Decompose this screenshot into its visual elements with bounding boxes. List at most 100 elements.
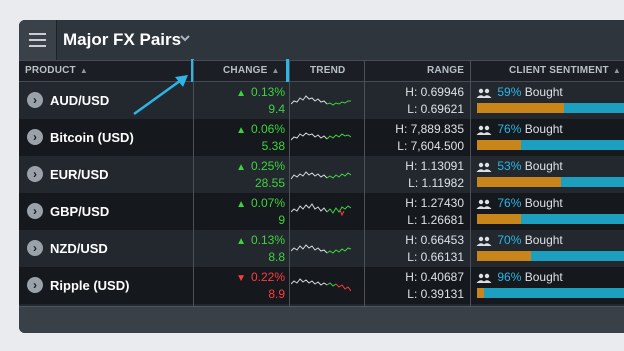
range-high: H: 0.69946	[405, 85, 464, 99]
column-header-sentiment-label: CLIENT SENTIMENT	[509, 65, 609, 76]
expand-row-icon[interactable]: ›	[27, 277, 43, 293]
arrow-up-icon: ▲	[236, 88, 246, 99]
change-percent-value: 0.13%	[250, 85, 285, 99]
expand-row-icon[interactable]: ›	[27, 129, 43, 145]
sentiment-label: Bought	[524, 85, 563, 99]
table-header: PRODUCT ▲︎ CHANGE ▲︎ TREND RANGE CLIENT SE…	[19, 60, 624, 82]
sentiment-bar	[477, 288, 624, 298]
sentiment-bar-bought	[477, 288, 485, 298]
people-icon	[476, 199, 492, 209]
range-low: L: 0.39131	[407, 287, 464, 301]
people-icon	[476, 88, 492, 98]
arrow-up-icon: ▲	[236, 162, 246, 173]
change-points: 28.55	[254, 176, 285, 190]
people-icon	[476, 125, 492, 135]
people-icon	[476, 273, 492, 283]
range-low: L: 7,604.500	[397, 139, 464, 153]
sentiment-bar	[477, 177, 624, 187]
sentiment-percent: 59%	[497, 85, 522, 99]
people-icon	[476, 236, 492, 246]
column-header-product-label: PRODUCT	[25, 65, 76, 76]
table-row[interactable]: › NZD/USD ▲ 0.13% 8.8 H: 0.66453 L: 0.661…	[19, 230, 624, 267]
column-divider	[289, 60, 290, 306]
change-percent-value: 0.13%	[250, 233, 285, 247]
range-high: H: 7,889.835	[395, 122, 464, 136]
trend-sparkline	[291, 203, 351, 217]
sentiment-percent: 53%	[497, 159, 522, 173]
change-percent-value: 0.06%	[250, 122, 285, 136]
change-percent: ▲ 0.13%	[209, 85, 285, 99]
table-row[interactable]: › EUR/USD ▲ 0.25% 28.55 H: 1.13091 L: 1.1…	[19, 156, 624, 193]
product-name[interactable]: AUD/USD	[50, 93, 109, 108]
column-header-product[interactable]: PRODUCT ▲︎	[25, 61, 88, 81]
sentiment-label: Bought	[524, 122, 563, 136]
arrow-up-icon: ▲	[236, 125, 246, 136]
sentiment-bar-bought	[477, 177, 561, 187]
sentiment-percent: 96%	[497, 270, 522, 284]
panel-footer	[19, 306, 624, 333]
change-points: 9.4	[268, 102, 285, 116]
client-sentiment: 59% Bought	[476, 85, 563, 99]
sentiment-bar-bought	[477, 251, 532, 261]
product-name[interactable]: Bitcoin (USD)	[50, 130, 134, 145]
sort-icon: ▲︎	[271, 66, 280, 75]
change-points: 8.8	[268, 250, 285, 264]
sentiment-bar	[477, 214, 624, 224]
panel-titlebar: Major FX Pairs	[19, 20, 624, 60]
change-points: 8.9	[268, 287, 285, 301]
client-sentiment: 53% Bought	[476, 159, 563, 173]
column-header-trend: TREND	[310, 65, 346, 76]
range-high: H: 0.40687	[405, 270, 464, 284]
table-row[interactable]: › AUD/USD ▲ 0.13% 9.4 H: 0.69946 L: 0.696…	[19, 82, 624, 119]
expand-row-icon[interactable]: ›	[27, 203, 43, 219]
chevron-down-icon[interactable]	[179, 32, 191, 44]
sentiment-bar-bought	[477, 140, 522, 150]
product-name[interactable]: GBP/USD	[50, 204, 109, 219]
sentiment-label: Bought	[524, 159, 563, 173]
trend-sparkline	[291, 171, 351, 180]
client-sentiment: 70% Bought	[476, 233, 563, 247]
range-high: H: 1.27430	[405, 196, 464, 210]
product-name[interactable]: Ripple (USD)	[50, 278, 129, 293]
fx-watchlist-panel: Major FX Pairs PRODUCT ▲︎ CHANGE ▲︎ TREND …	[19, 20, 624, 333]
sentiment-bar-bought	[477, 214, 522, 224]
product-name[interactable]: EUR/USD	[50, 167, 109, 182]
arrow-up-icon: ▲	[236, 199, 246, 210]
column-header-sentiment[interactable]: CLIENT SENTIMENT ▲︎	[509, 61, 621, 81]
client-sentiment: 76% Bought	[476, 122, 563, 136]
sentiment-bar-bought	[477, 103, 564, 113]
change-percent-value: 0.22%	[250, 270, 285, 284]
table-row[interactable]: › Bitcoin (USD) ▲ 0.06% 5.38 H: 7,889.835…	[19, 119, 624, 156]
sort-icon: ▲︎	[79, 66, 88, 75]
sentiment-label: Bought	[524, 270, 563, 284]
sentiment-percent: 76%	[497, 122, 522, 136]
column-divider	[364, 60, 365, 306]
column-divider	[470, 60, 471, 306]
trend-sparkline	[291, 95, 351, 106]
column-header-change-label: CHANGE	[223, 65, 268, 76]
table-row[interactable]: › GBP/USD ▲ 0.07% 9 H: 1.27430 L: 1.26681…	[19, 193, 624, 230]
watchlist-title[interactable]: Major FX Pairs	[63, 30, 181, 50]
table-row[interactable]: › Ripple (USD) ▼ 0.22% 8.9 H: 0.40687 L: …	[19, 267, 624, 304]
expand-row-icon[interactable]: ›	[27, 92, 43, 108]
trend-sparkline	[291, 132, 351, 141]
sentiment-bar	[477, 140, 624, 150]
sentiment-label: Bought	[524, 196, 563, 210]
range-high: H: 0.66453	[405, 233, 464, 247]
trend-sparkline	[291, 278, 351, 292]
sentiment-bar	[477, 251, 624, 261]
column-header-change[interactable]: CHANGE ▲︎	[223, 61, 280, 81]
change-percent: ▲ 0.07%	[209, 196, 285, 210]
product-name[interactable]: NZD/USD	[50, 241, 108, 256]
range-low: L: 0.69621	[407, 102, 464, 116]
hamburger-menu-icon[interactable]	[19, 20, 57, 60]
change-points: 9	[278, 213, 285, 227]
column-divider	[193, 60, 194, 306]
range-low: L: 1.26681	[407, 213, 464, 227]
sentiment-percent: 70%	[497, 233, 522, 247]
change-percent-value: 0.25%	[250, 159, 285, 173]
client-sentiment: 76% Bought	[476, 196, 563, 210]
change-points: 5.38	[261, 139, 285, 153]
expand-row-icon[interactable]: ›	[27, 240, 43, 256]
expand-row-icon[interactable]: ›	[27, 166, 43, 182]
